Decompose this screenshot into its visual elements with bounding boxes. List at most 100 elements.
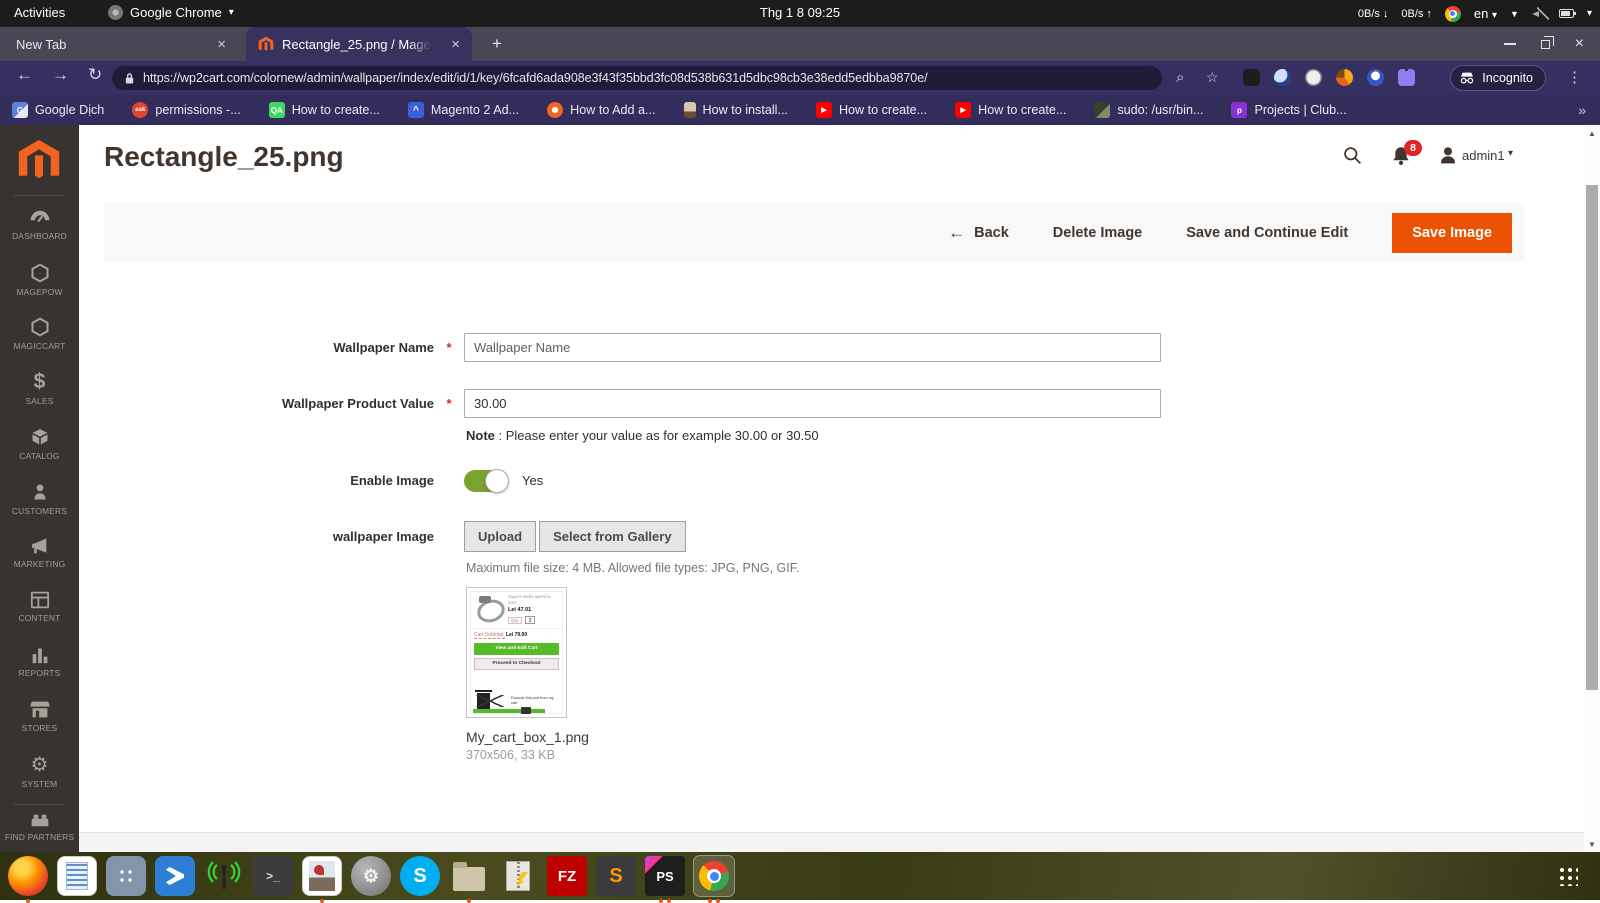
wallpaper-thumbnail[interactable]: Suport hartie igienica, inox Lei 47.01 Q… [466,587,567,718]
scroll-up-icon[interactable]: ▲ [1584,129,1600,138]
view-cart-mini-button: View and Edit Cart [474,643,559,655]
qa-icon: QA [268,102,285,118]
qty-value: 2 [525,616,536,624]
taskbar-libreoffice-writer-icon[interactable] [57,856,97,896]
bookmark-item[interactable]: ▶ How to create... [955,102,1066,118]
sidebar-item-customers[interactable]: CUSTOMERS [0,482,79,516]
bookmark-star-icon[interactable]: ☆ [1206,69,1219,86]
extension-icon[interactable] [1305,69,1322,86]
search-icon[interactable] [1342,145,1363,166]
tab-new-tab[interactable]: New Tab × [0,27,240,61]
taskbar-skype-icon[interactable]: S [400,856,440,896]
tab-bar: New Tab × Rectangle_25.png / Mage × + × [0,27,1600,61]
wallpaper-value-input[interactable] [464,389,1161,418]
taskbar-phpstorm-icon[interactable]: PS [645,856,685,903]
minimize-icon[interactable] [1503,43,1516,45]
bookmark-item[interactable]: ▶ How to create... [815,102,927,118]
taskbar-filezilla-icon[interactable]: FZ [547,856,587,896]
taskbar-firefox-icon[interactable] [8,856,48,903]
hexagon-icon [31,263,48,283]
sidebar-item-find-partners[interactable]: FIND PARTNERS [0,812,79,842]
new-tab-button[interactable]: + [486,34,508,56]
chevron-down-icon[interactable]: ▾ [1508,148,1513,159]
magento-logo[interactable] [17,138,61,182]
bookmarks-overflow-icon[interactable]: » [1578,102,1586,118]
enable-image-toggle[interactable] [464,469,509,493]
notification-count-badge[interactable]: 8 [1404,140,1422,156]
search-icon[interactable]: ⌕ [1176,69,1184,86]
close-icon[interactable]: × [213,36,230,53]
incognito-badge[interactable]: Incognito [1450,65,1546,91]
window-close-icon[interactable]: × [1575,36,1584,52]
extensions-puzzle-icon[interactable] [1398,69,1415,86]
taskbar-settings-icon[interactable]: ⚙ [351,856,391,896]
taskbar-sublime-icon[interactable]: S [596,856,636,896]
keyboard-layout[interactable]: en ▾ [1474,6,1497,21]
taskbar-ubuntu-software-icon[interactable] [106,856,146,896]
sidebar-item-stores[interactable]: STORES [0,700,79,733]
restore-icon[interactable] [1540,35,1554,49]
browser-toolbar: ← → ↻ https://wp2cart.com/colornew/admin… [0,61,1600,95]
sidebar-item-magepow[interactable]: MAGEPOW [0,263,79,297]
back-icon[interactable]: ← [16,65,33,85]
battery-icon[interactable] [1558,9,1576,18]
scrollbar-thumb[interactable] [1586,185,1598,690]
show-applications-icon[interactable] [1558,866,1578,886]
bookmarks-bar: G Google Dịch ask permissions -... QA Ho… [0,95,1600,125]
sidebar-item-sales[interactable]: $ SALES [0,371,79,406]
extension-icon[interactable] [1336,69,1353,86]
reload-icon[interactable]: ↻ [88,65,102,85]
sidebar-item-system[interactable]: ⚙ SYSTEM [0,755,79,789]
sidebar-item-dashboard[interactable]: DASHBOARD [0,209,79,241]
bookmark-item[interactable]: ^ Magento 2 Ad... [407,102,519,118]
scrollbar[interactable]: ▲ ▼ [1584,125,1600,852]
bookmark-item[interactable]: sudo: /usr/bin... [1094,102,1203,118]
chrome-tray-icon[interactable] [1444,5,1461,22]
admin-username[interactable]: admin1 [1462,148,1505,163]
select-from-gallery-button[interactable]: Select from Gallery [539,521,686,552]
sidebar-item-reports[interactable]: REPORTS [0,646,79,678]
taskbar-vscode-icon[interactable] [155,856,195,896]
activities-button[interactable]: Activities [14,5,65,20]
network-icon[interactable]: ▼ [1510,9,1519,19]
admin-avatar-icon[interactable] [1438,145,1458,165]
taskbar-gimp-icon[interactable] [302,856,342,903]
sidebar-item-magiccart[interactable]: MAGICCART [0,317,79,351]
taskbar-chrome-icon[interactable] [693,855,735,903]
bookmark-item[interactable]: How to Add a... [547,102,656,118]
taskbar-archive-manager-icon[interactable] [498,856,538,896]
taskbar-terminal-icon[interactable]: >_ [253,856,293,896]
url-bar[interactable]: https://wp2cart.com/colornew/admin/wallp… [112,66,1162,90]
bookmark-item[interactable]: QA How to create... [268,102,380,118]
sidebar-item-content[interactable]: CONTENT [0,591,79,623]
app-menu[interactable]: Google Chrome ▾ [108,5,234,20]
muted-speaker-icon[interactable] [1531,6,1549,20]
delete-image-button[interactable]: Delete Image [1053,225,1142,241]
back-button[interactable]: ← Back [948,223,1009,243]
upload-button[interactable]: Upload [464,521,537,552]
bookmark-item[interactable]: How to install... [683,102,788,118]
extension-icon[interactable] [1367,69,1384,86]
bookmark-google-translate[interactable]: G Google Dịch [12,102,104,118]
taskbar-network-antenna-icon[interactable] [204,856,244,896]
save-and-continue-button[interactable]: Save and Continue Edit [1186,225,1348,241]
forward-icon[interactable]: → [52,65,69,85]
bookmark-item[interactable]: ask permissions -... [132,102,241,118]
incognito-icon [1461,72,1474,84]
save-image-button[interactable]: Save Image [1392,212,1512,253]
close-icon[interactable]: × [447,36,464,53]
wallpaper-name-input[interactable] [464,333,1161,362]
wallpaper-value-row: Wallpaper Product Value * [104,389,1161,418]
sidebar-item-catalog[interactable]: CATALOG [0,427,79,461]
scroll-down-icon[interactable]: ▼ [1584,840,1600,849]
sidebar-item-marketing[interactable]: MARKETING [0,536,79,569]
extension-icon[interactable] [1274,69,1291,86]
system-menu-chevron-icon[interactable]: ▾ [1587,8,1592,19]
taskbar-files-icon[interactable] [449,856,489,903]
clock[interactable]: Thg 1 8 09:25 [760,5,840,20]
browser-menu-icon[interactable]: ⋮ [1567,68,1582,86]
tab-active[interactable]: Rectangle_25.png / Mage × [246,27,472,61]
extension-icon[interactable] [1243,69,1260,86]
product-image [473,594,505,624]
bookmark-item[interactable]: p Projects | Club... [1231,102,1347,118]
